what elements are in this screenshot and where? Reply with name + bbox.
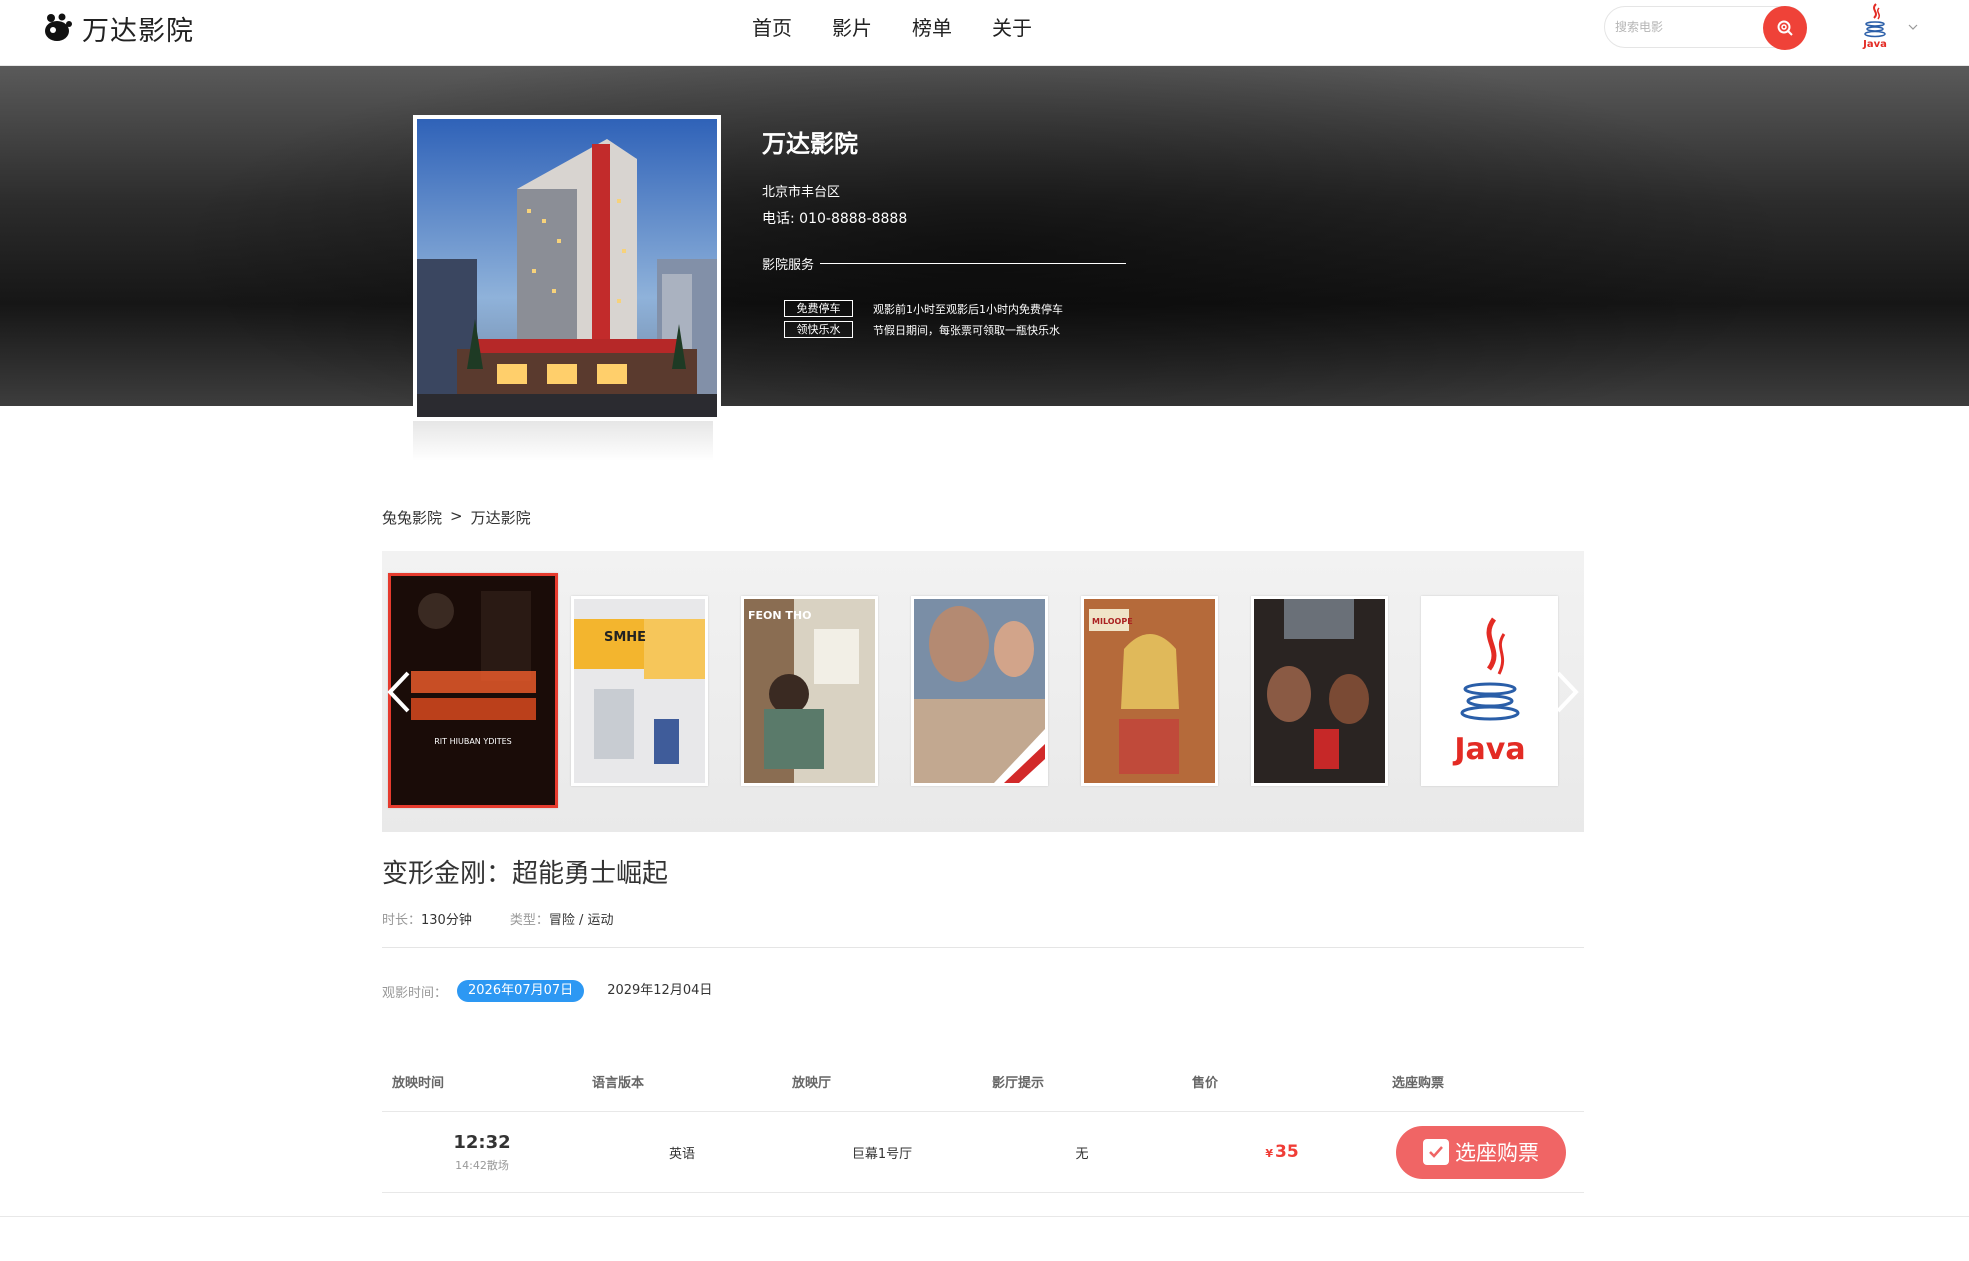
ticket-check-icon	[1423, 1139, 1449, 1165]
movie-meta: 时长：130分钟 类型：冒险 / 运动	[382, 909, 652, 928]
column-header-tip: 影厅提示	[992, 1076, 1045, 1091]
poster-caption: FEON THO	[748, 609, 811, 622]
cinema-name: 万达影院	[762, 130, 858, 158]
nav-rankings[interactable]: 榜单	[912, 12, 952, 41]
cinema-phone: 电话: 010-8888-8888	[762, 211, 908, 227]
showtime-cell: 12:32 14:42散场	[382, 1132, 582, 1173]
poster-caption: MILOOPE	[1092, 617, 1133, 626]
poster-item[interactable]	[1251, 596, 1388, 786]
service-desc: 节假日期间，每张票可领取一瓶快乐水	[873, 323, 1060, 337]
poster-image: MILOOPE	[1084, 599, 1215, 783]
column-header-price: 售价	[1192, 1076, 1219, 1091]
main-nav: 首页 影片 榜单 关于	[752, 12, 1072, 41]
column-header-language: 语言版本	[592, 1076, 645, 1091]
breadcrumb-current: 万达影院	[470, 509, 531, 527]
language-cell: 英语	[668, 1146, 695, 1162]
cinema-photo	[413, 115, 721, 421]
brand-logo[interactable]: 万达影院	[42, 8, 194, 48]
poster-item[interactable]: MILOOPE	[1081, 596, 1218, 786]
date-option[interactable]: 2029年12月04日	[596, 980, 723, 1002]
showtime-table: 放映时间 语言版本 放映厅 影厅提示 售价 选座购票 12:32 14:42散场…	[382, 1052, 1584, 1193]
column-header-time: 放映时间	[392, 1076, 445, 1091]
watch-time-label: 观影时间：	[382, 985, 448, 1001]
poster-item[interactable]	[911, 596, 1048, 786]
service-divider	[820, 263, 1126, 264]
java-avatar-icon: Java	[1862, 3, 1887, 50]
search-button[interactable]	[1763, 6, 1807, 50]
poster-image	[914, 599, 1045, 783]
duration-value: 130分钟	[421, 913, 472, 928]
nav-movies[interactable]: 影片	[832, 12, 872, 41]
service-item: 免费停车 观影前1小时至观影后1小时内免费停车	[784, 298, 1126, 319]
poster-caption: RIT HIUBAN YDITES	[434, 737, 512, 746]
poster-caption: SMHE	[604, 630, 646, 645]
service-list: 免费停车 观影前1小时至观影后1小时内免费停车 领快乐水 节假日期间，每张票可领…	[784, 298, 1126, 340]
breadcrumb: 兔兔影院 > 万达影院	[382, 507, 531, 528]
slider-next-arrow-icon[interactable]	[1552, 667, 1582, 717]
search-box	[1604, 6, 1807, 50]
poster-image: SMHE	[574, 599, 705, 783]
genre-value: 冒险 / 运动	[548, 913, 614, 928]
service-title-label: 影院服务	[762, 258, 815, 273]
poster-image: FEON THO	[744, 599, 875, 783]
poster-item[interactable]: FEON THO	[741, 596, 878, 786]
select-seat-label: 选座购票	[1455, 1141, 1539, 1165]
genre-group: 类型：冒险 / 运动	[510, 909, 614, 928]
poster-caption: Java	[1452, 732, 1525, 767]
service-title: 影院服务	[762, 254, 1126, 273]
top-header: 万达影院 首页 影片 榜单 关于 Java	[0, 0, 1969, 66]
select-seat-button[interactable]: 选座购票	[1396, 1125, 1566, 1179]
end-time: 14:42散场	[455, 1158, 509, 1172]
java-poster-icon: Java	[1424, 599, 1555, 783]
section-divider	[382, 947, 1584, 948]
currency-symbol: ¥	[1265, 1147, 1273, 1160]
cinema-building-image	[417, 119, 717, 417]
duration-label: 时长：	[382, 913, 422, 928]
breadcrumb-separator: >	[450, 507, 463, 525]
column-header-buy: 选座购票	[1392, 1076, 1445, 1091]
price-value: 35	[1274, 1142, 1299, 1162]
start-time: 12:32	[453, 1131, 511, 1153]
watch-time-selector: 观影时间： 2026年07月07日 2029年12月04日	[382, 980, 735, 1002]
breadcrumb-root[interactable]: 兔兔影院	[382, 507, 442, 528]
user-menu[interactable]: Java	[1858, 2, 1918, 52]
chevron-down-icon	[1908, 24, 1918, 30]
movie-title: 变形金刚：超能勇士崛起	[382, 859, 669, 889]
search-icon	[1777, 20, 1793, 36]
service-desc: 观影前1小时至观影后1小时内免费停车	[873, 302, 1063, 316]
search-input[interactable]	[1615, 16, 1755, 38]
movie-poster-slider: RIT HIUBAN YDITES SMHE FEON THO MILOOPE …	[382, 551, 1584, 832]
cinema-address: 北京市丰台区	[762, 185, 841, 200]
tip-cell: 无	[1075, 1146, 1089, 1162]
genre-label: 类型：	[509, 913, 549, 928]
date-option-selected[interactable]: 2026年07月07日	[457, 980, 585, 1002]
poster-image	[1254, 599, 1385, 783]
avatar-text: Java	[1862, 39, 1887, 50]
price-cell: ¥35	[1182, 1142, 1382, 1162]
cinema-info: 万达影院 北京市丰台区 电话: 010-8888-8888 影院服务 免费停车 …	[762, 124, 1126, 340]
service-tag: 领快乐水	[784, 321, 853, 338]
hall-cell: 巨幕1号厅	[851, 1146, 913, 1162]
buy-cell: 选座购票	[1382, 1125, 1582, 1179]
nav-home[interactable]: 首页	[752, 12, 792, 41]
brand-name: 万达影院	[82, 15, 194, 47]
nav-about[interactable]: 关于	[992, 12, 1032, 41]
duration-group: 时长：130分钟	[382, 909, 472, 928]
service-tag: 免费停车	[784, 300, 853, 317]
table-header: 放映时间 语言版本 放映厅 影厅提示 售价 选座购票	[382, 1052, 1584, 1112]
footer-divider	[0, 1216, 1969, 1217]
poster-image: RIT HIUBAN YDITES	[391, 576, 555, 805]
poster-item[interactable]: SMHE	[571, 596, 708, 786]
slider-prev-arrow-icon[interactable]	[384, 667, 414, 717]
photo-reflection	[413, 421, 713, 461]
column-header-hall: 放映厅	[792, 1076, 832, 1091]
table-row: 12:32 14:42散场 英语 巨幕1号厅 无 ¥35 选座购票	[382, 1112, 1584, 1193]
service-item: 领快乐水 节假日期间，每张票可领取一瓶快乐水	[784, 319, 1126, 340]
rabbit-logo-icon	[45, 13, 72, 41]
poster-item[interactable]: Java	[1421, 596, 1558, 786]
